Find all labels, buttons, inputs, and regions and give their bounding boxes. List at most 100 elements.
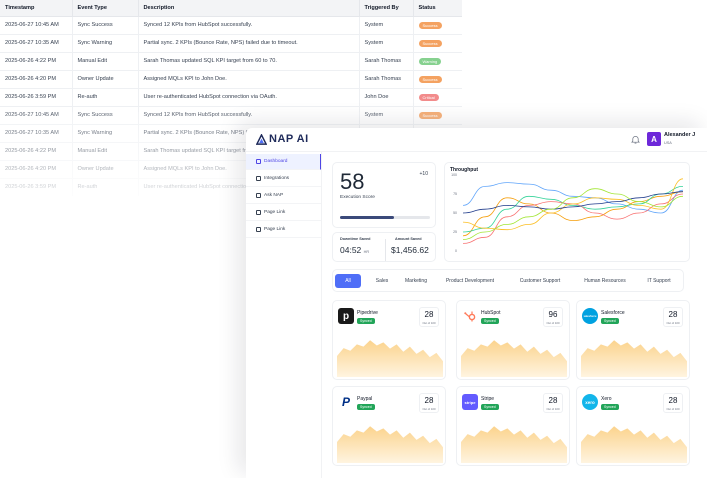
savings-card: Downtime Saved 04:52 HR Amount Saved $1,…	[332, 232, 436, 262]
sidebar: Dashboard Integrations Ask NAP Page Link…	[246, 152, 322, 478]
cell-status: Success	[413, 34, 462, 53]
throughput-chart: 100 75 50 25 0	[451, 173, 684, 253]
sidebar-item-ask-nap[interactable]: Ask NAP	[246, 188, 321, 204]
tab-label: Customer Support	[519, 278, 561, 284]
integration-card-stripe[interactable]: stripe Stripe Synced 28 Out of 100	[456, 386, 570, 466]
integration-score-value: 28	[424, 310, 434, 319]
cell-by: System	[359, 106, 414, 125]
cell-description: Synced 12 KPIs from HubSpot successfully…	[138, 16, 360, 35]
cell-description: Sarah Thomas updated SQL KPI target from…	[138, 52, 360, 71]
y-tick-label: 0	[455, 249, 457, 253]
status-badge: Success	[418, 39, 442, 47]
table-row[interactable]: 2025-06-27 10:45 AM Sync Success Synced 12…	[0, 106, 462, 125]
sidebar-item-label: Dashboard	[264, 159, 288, 164]
throughput-series-line	[462, 186, 684, 233]
cell-description: Synced 12 KPIs from HubSpot successfully…	[138, 106, 360, 125]
tab-label: IT Support	[647, 278, 671, 284]
execution-score-label: Execution Score	[340, 195, 375, 200]
cell-by: Sarah Thomas	[359, 52, 414, 71]
table-row[interactable]: 2025-06-27 10:45 AM Sync Success Synced 12…	[0, 16, 462, 35]
y-tick-label: 25	[453, 230, 457, 234]
integration-score-subtitle: Out of 100	[666, 407, 680, 411]
app-logo[interactable]: NAP AI	[256, 133, 309, 145]
bell-icon[interactable]	[631, 135, 640, 144]
integration-card-salesforce[interactable]: salesforce Salesforce Synced 28 Out of 100	[576, 300, 690, 380]
sidebar-item-dashboard[interactable]: Dashboard	[246, 154, 321, 170]
integration-score-box: 28 Out of 100	[419, 307, 439, 327]
sidebar-item-label: Ask NAP	[264, 193, 284, 198]
sparkline-area	[337, 340, 443, 377]
cell-timestamp: 2025-06-26 3:59 PM	[0, 178, 73, 196]
top-bar: NAP AI A Alexander J USA	[246, 128, 707, 152]
status-badge: Success	[418, 21, 442, 29]
status-badge: Critical	[418, 93, 439, 101]
cell-timestamp: 2025-06-26 3:59 PM	[0, 88, 73, 107]
avatar[interactable]: A	[647, 132, 661, 146]
integration-card-pipedrive[interactable]: p Pipedrive Synced 28 Out of 100	[332, 300, 446, 380]
integration-score-value: 28	[668, 396, 678, 405]
tab-customer-support[interactable]: Customer Support	[509, 274, 571, 288]
integration-sparkline	[337, 426, 443, 463]
downtime-number: 04:52	[340, 245, 362, 255]
sidebar-item-page-link-2[interactable]: Page Link	[246, 222, 321, 238]
integration-name: Paypal	[357, 396, 373, 402]
tab-all[interactable]: All	[335, 274, 361, 288]
downtime-label: Downtime Saved	[340, 237, 371, 241]
status-badge: Success	[418, 75, 442, 83]
cell-description: User re-authenticated HubSpot connection…	[138, 88, 360, 107]
integration-score-subtitle: Out of 100	[422, 321, 436, 325]
integration-name: Pipedrive	[357, 310, 378, 316]
execution-score-delta: +10	[419, 171, 428, 177]
integration-card-paypal[interactable]: P Paypal Synced 28 Out of 100	[332, 386, 446, 466]
amount-value: $1,456.62	[391, 245, 429, 255]
cell-event: Sync Warning	[72, 34, 139, 53]
integration-score-box: 28 Out of 100	[543, 393, 563, 413]
sidebar-item-page-link-1[interactable]: Page Link	[246, 205, 321, 221]
integration-score-value: 28	[668, 310, 678, 319]
page-icon	[256, 210, 261, 215]
sparkline-area	[581, 426, 687, 463]
tab-product-development[interactable]: Product Development	[437, 274, 503, 288]
cell-event: Owner Update	[72, 160, 139, 179]
integration-score-subtitle: Out of 100	[546, 321, 560, 325]
cell-status: Success	[413, 16, 462, 35]
integration-score-value: 28	[548, 396, 558, 405]
stat-divider	[385, 239, 386, 261]
sparkline-area	[461, 340, 567, 377]
synced-badge: Synced	[481, 318, 499, 324]
sidebar-item-label: Page Link	[264, 210, 286, 215]
y-tick-label: 75	[453, 192, 457, 196]
execution-progress-fill	[340, 216, 394, 219]
integration-card-hubspot[interactable]: HubSpot Synced 96 Out of 100	[456, 300, 570, 380]
execution-score-card: 58 +10 Execution Score	[332, 162, 436, 228]
tab-label: Sales	[375, 278, 389, 284]
tab-sales[interactable]: Sales	[367, 274, 397, 288]
integration-name: Stripe	[481, 396, 495, 402]
execution-score-value: 58	[340, 169, 365, 194]
throughput-series-line	[462, 191, 684, 214]
status-badge: Warning	[418, 57, 442, 65]
cell-timestamp: 2025-06-27 10:35 AM	[0, 124, 73, 143]
cell-timestamp: 2025-06-26 4:22 PM	[0, 142, 73, 161]
synced-badge: Synced	[601, 404, 619, 410]
table-row[interactable]: 2025-06-27 10:35 AM Sync Warning Partial s…	[0, 34, 462, 53]
tab-label: Human Resources	[584, 278, 626, 284]
user-name[interactable]: Alexander J	[664, 132, 695, 138]
cell-status: Warning	[413, 52, 462, 71]
column-header: Timestamp	[0, 0, 73, 17]
cell-by: System	[359, 34, 414, 53]
cell-timestamp: 2025-06-26 4:20 PM	[0, 160, 73, 179]
table-row[interactable]: 2025-06-26 4:20 PM Owner Update Assigned M…	[0, 70, 462, 89]
integration-card-xero[interactable]: xero Xero Synced 28 Out of 100	[576, 386, 690, 466]
cell-event: Sync Warning	[72, 124, 139, 143]
chat-icon	[256, 193, 261, 198]
table-row[interactable]: 2025-06-26 3:59 PM Re-auth User re-authent…	[0, 88, 462, 107]
tab-human-resources[interactable]: Human Resources	[575, 274, 635, 288]
cell-event: Re-auth	[72, 88, 139, 107]
tab-it-support[interactable]: IT Support	[637, 274, 681, 288]
sidebar-item-label: Page Link	[264, 227, 286, 232]
cell-by: Sarah Thomas	[359, 70, 414, 89]
table-row[interactable]: 2025-06-26 4:22 PM Manual Edit Sarah Thoma…	[0, 52, 462, 71]
sidebar-item-integrations[interactable]: Integrations	[246, 171, 321, 187]
tab-marketing[interactable]: Marketing	[399, 274, 433, 288]
